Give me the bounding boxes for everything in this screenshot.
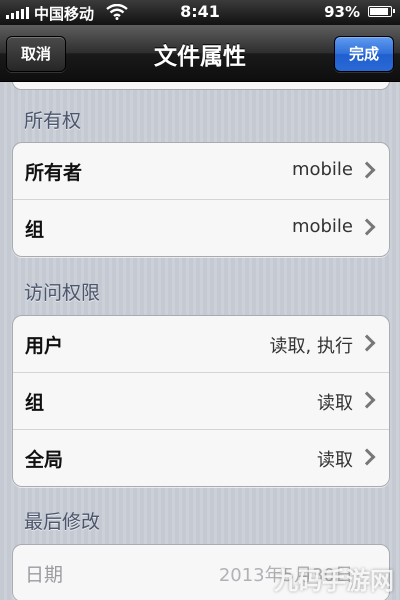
chevron-right-icon — [358, 218, 376, 236]
watermark-logo: 九码手游网 — [274, 567, 394, 595]
row-value: mobile — [291, 216, 353, 237]
done-button[interactable]: 完成 — [333, 36, 394, 72]
row-value: mobile — [291, 159, 353, 180]
navigation-bar: 取消 文件属性 完成 — [0, 25, 400, 82]
row-value: 读取 — [317, 393, 353, 414]
row-label: 组 — [25, 392, 45, 414]
row-group[interactable]: 组 mobile — [13, 199, 389, 256]
chevron-right-icon — [358, 334, 376, 352]
row-label: 所有者 — [25, 162, 83, 184]
battery-icon — [368, 6, 395, 17]
section-title-permissions: 访问权限 — [24, 282, 101, 304]
section-title-ownership: 所有权 — [24, 110, 82, 132]
ownership-group: 所有者 mobile 组 mobile — [12, 142, 390, 257]
row-label: 组 — [25, 219, 45, 241]
row-owner[interactable]: 所有者 mobile — [13, 143, 389, 199]
section-title-last-modified: 最后修改 — [24, 511, 101, 533]
row-label: 日期 — [25, 564, 64, 586]
chevron-right-icon — [358, 448, 376, 466]
row-group-permission[interactable]: 组 读取 — [13, 372, 389, 429]
row-label: 全局 — [25, 449, 64, 471]
status-bar: 中国移动 8:41 93% — [0, 0, 400, 25]
chevron-right-icon — [358, 391, 376, 409]
properties-list[interactable]: 所有权 所有者 mobile 组 mobile 访问权限 用户 读取, 执行 组… — [0, 82, 400, 600]
previous-group-card — [12, 82, 390, 90]
battery-percent: 93% — [324, 3, 360, 21]
row-value: 读取 — [317, 450, 353, 471]
row-label: 用户 — [25, 335, 64, 357]
row-user-permission[interactable]: 用户 读取, 执行 — [13, 316, 389, 372]
row-value: 读取, 执行 — [269, 336, 353, 357]
chevron-right-icon — [358, 161, 376, 179]
permissions-group: 用户 读取, 执行 组 读取 全局 读取 — [12, 315, 390, 487]
row-global-permission[interactable]: 全局 读取 — [13, 429, 389, 486]
